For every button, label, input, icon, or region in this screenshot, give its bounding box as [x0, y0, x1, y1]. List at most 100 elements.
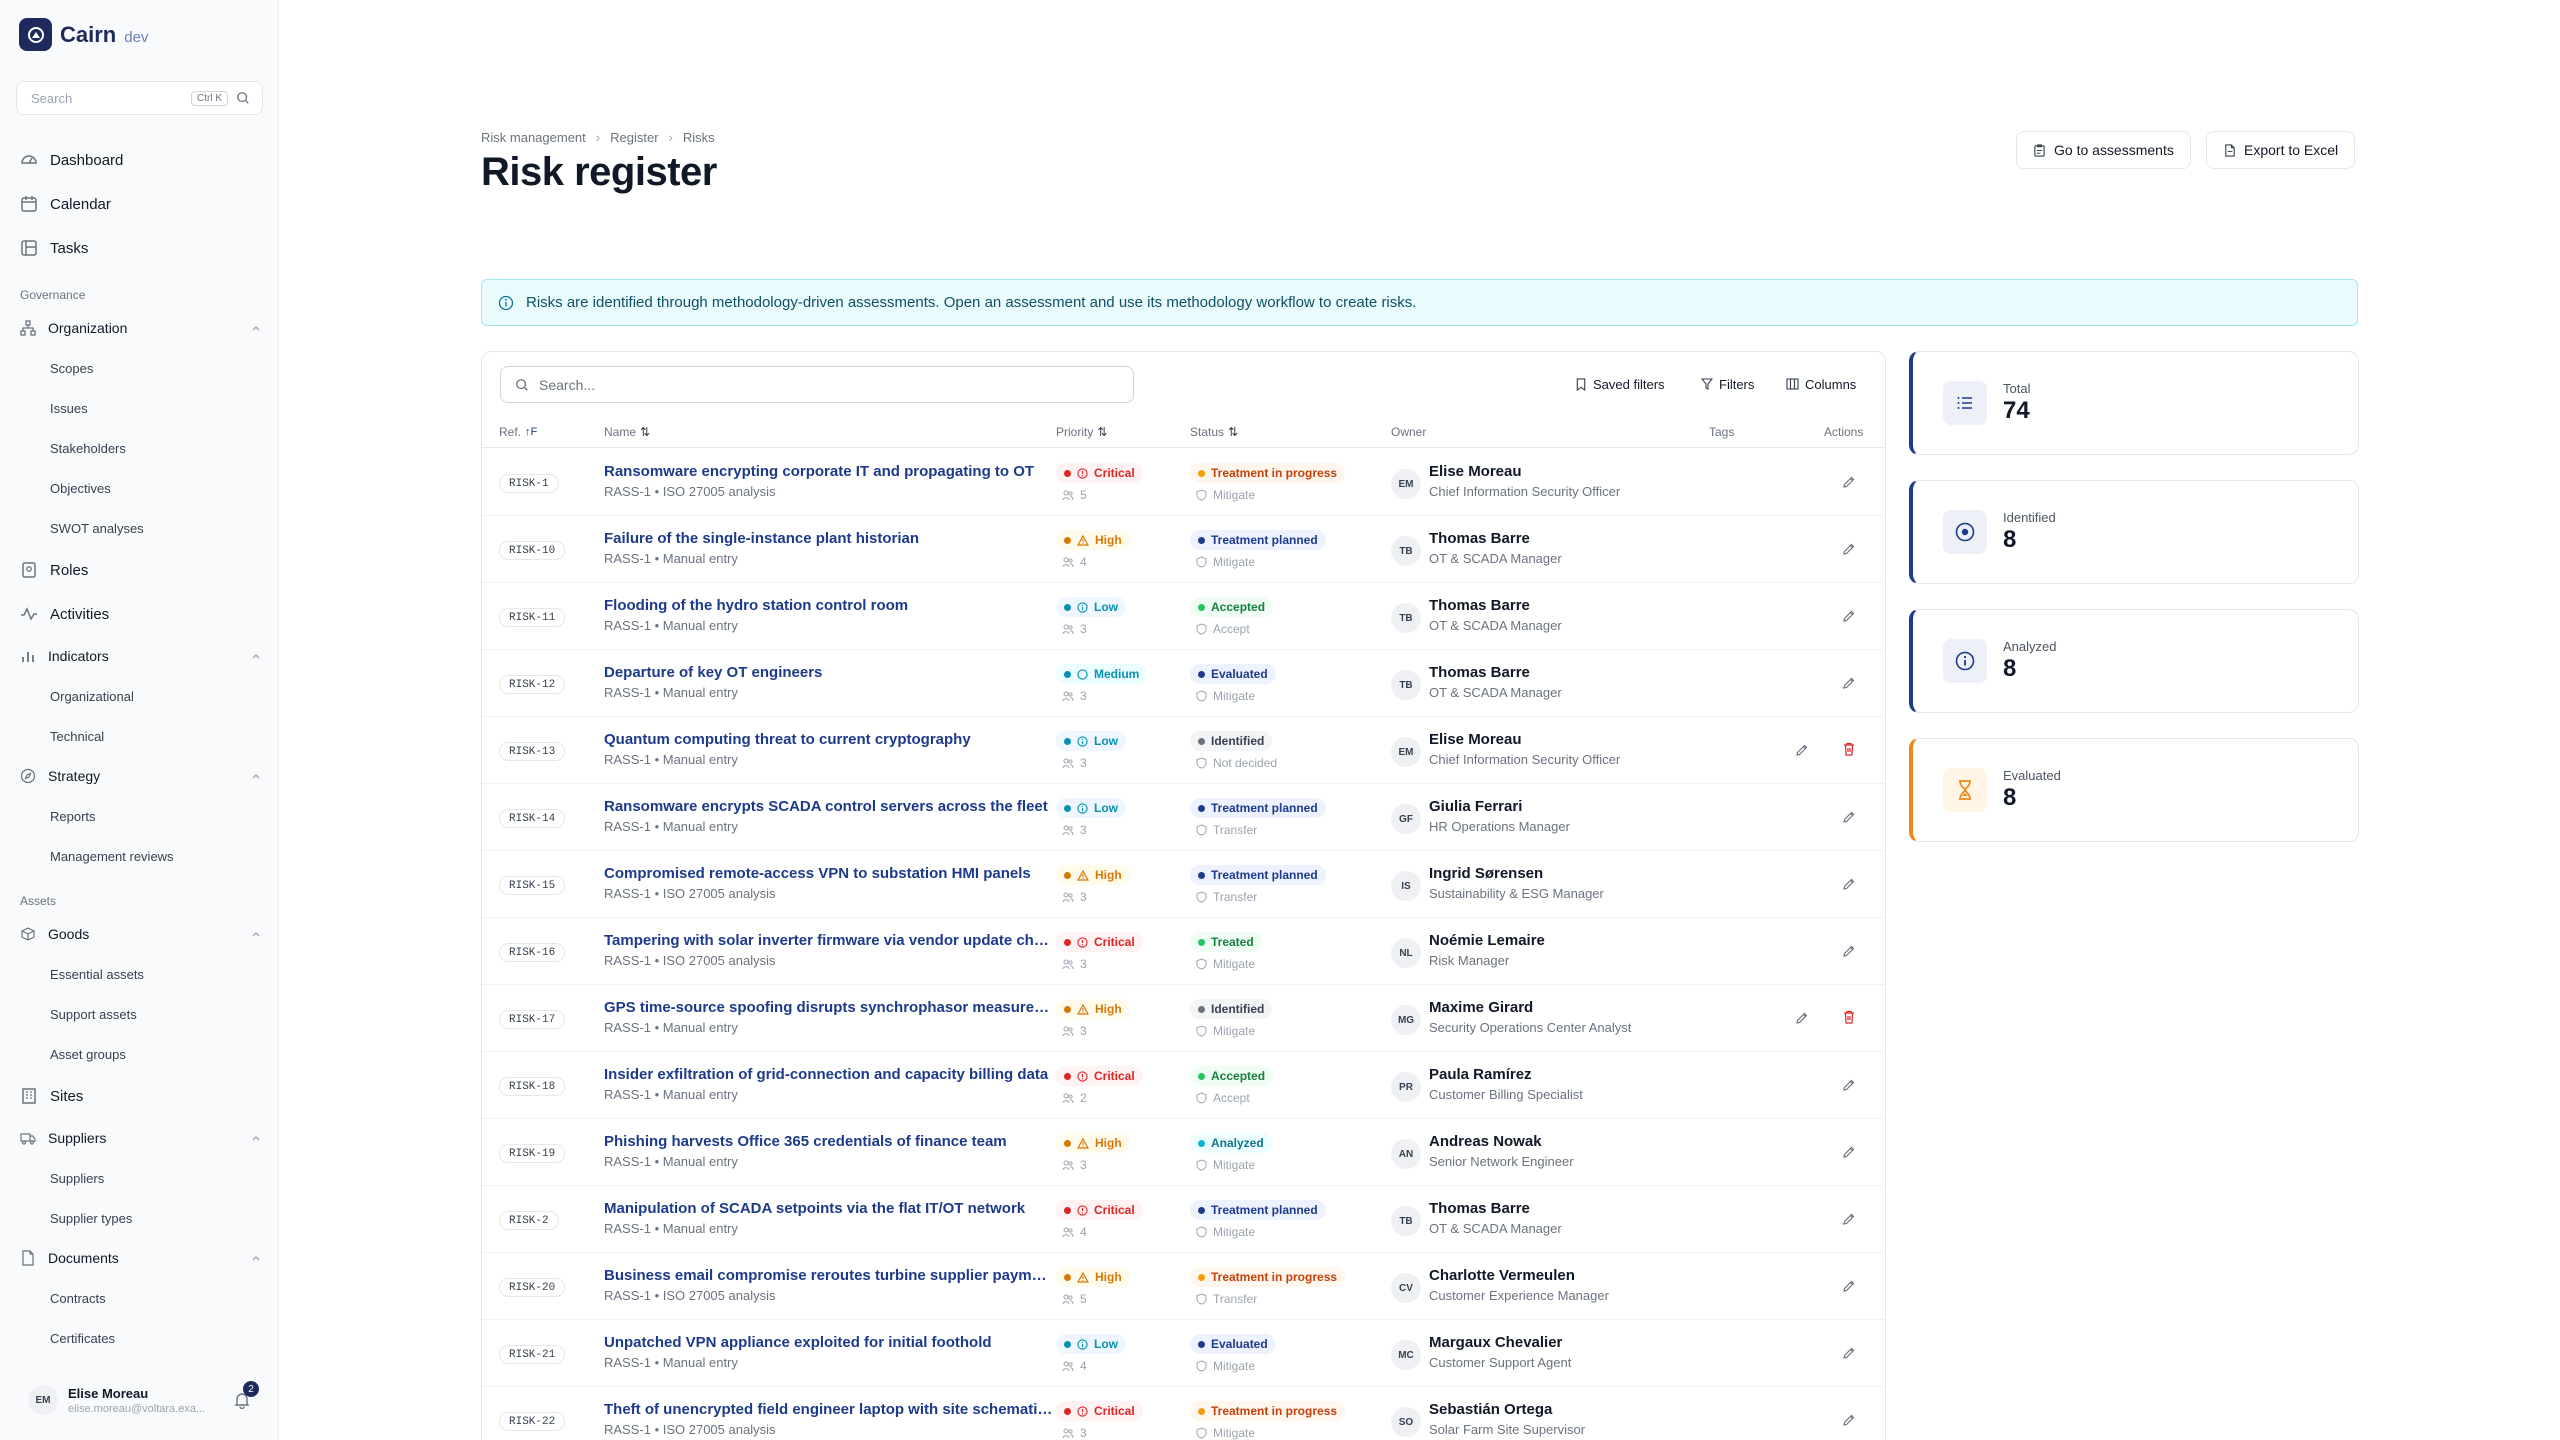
sidebar-item-calendar[interactable]: Calendar: [0, 182, 279, 226]
sidebar-group-organization[interactable]: Organization: [0, 308, 279, 348]
table-row[interactable]: RISK-2 Manipulation of SCADA setpoints v…: [482, 1186, 1885, 1253]
edit-icon[interactable]: [1794, 1010, 1810, 1026]
edit-icon[interactable]: [1841, 1345, 1857, 1361]
sidebar-item-asset-groups[interactable]: Asset groups: [0, 1034, 279, 1074]
sidebar-item-scopes[interactable]: Scopes: [0, 348, 279, 388]
table-row[interactable]: RISK-22 Theft of unencrypted field engin…: [482, 1387, 1885, 1440]
column-ref[interactable]: Ref. ↑F: [499, 416, 537, 448]
sidebar-item-management-reviews[interactable]: Management reviews: [0, 836, 279, 876]
status-cell: Treatment in progress Mitigate: [1190, 1401, 1346, 1440]
sidebar-group-documents[interactable]: Documents: [0, 1238, 279, 1278]
sidebar-item-organizational[interactable]: Organizational: [0, 676, 279, 716]
column-name[interactable]: Name ⇅: [604, 416, 650, 448]
column-priority[interactable]: Priority ⇅: [1056, 416, 1107, 448]
trash-icon[interactable]: [1841, 741, 1857, 757]
table-row[interactable]: RISK-17 GPS time-source spoofing disrupt…: [482, 985, 1885, 1052]
sidebar-item-roles[interactable]: Roles: [0, 548, 279, 592]
edit-icon[interactable]: [1841, 541, 1857, 557]
sidebar-item-reports[interactable]: Reports: [0, 796, 279, 836]
risk-name-link[interactable]: Insider exfiltration of grid-connection …: [604, 1066, 1054, 1083]
stat-card-evaluated[interactable]: Evaluated 8: [1909, 738, 2359, 842]
user-menu[interactable]: EM Elise Moreau elise.moreau@voltara.exa…: [16, 1373, 263, 1427]
risk-name-link[interactable]: Compromised remote-access VPN to substat…: [604, 865, 1054, 882]
sidebar-item-stakeholders[interactable]: Stakeholders: [0, 428, 279, 468]
column-status[interactable]: Status ⇅: [1190, 416, 1238, 448]
stat-card-analyzed[interactable]: Analyzed 8: [1909, 609, 2359, 713]
risk-name-link[interactable]: GPS time-source spoofing disrupts synchr…: [604, 999, 1054, 1016]
sidebar-item-support-assets[interactable]: Support assets: [0, 994, 279, 1034]
sidebar-group-goods[interactable]: Goods: [0, 914, 279, 954]
sidebar-item-supplier-types[interactable]: Supplier types: [0, 1198, 279, 1238]
saved-filters-button[interactable]: Saved filters: [1565, 369, 1675, 399]
risk-name-link[interactable]: Business email compromise reroutes turbi…: [604, 1267, 1054, 1284]
table-row[interactable]: RISK-16 Tampering with solar inverter fi…: [482, 918, 1885, 985]
edit-icon[interactable]: [1794, 742, 1810, 758]
edit-icon[interactable]: [1841, 1278, 1857, 1294]
sidebar-item-sites[interactable]: Sites: [0, 1074, 279, 1118]
avatar: NL: [1391, 938, 1421, 968]
edit-icon[interactable]: [1841, 943, 1857, 959]
sidebar-item-issues[interactable]: Issues: [0, 388, 279, 428]
sidebar-item-dashboard[interactable]: Dashboard: [0, 138, 279, 182]
columns-button[interactable]: Columns: [1776, 369, 1866, 399]
sidebar-item-tasks[interactable]: Tasks: [0, 226, 279, 270]
edit-icon[interactable]: [1841, 1211, 1857, 1227]
sidebar-item-contracts[interactable]: Contracts: [0, 1278, 279, 1318]
building-icon: [22, 1088, 36, 1104]
edit-icon[interactable]: [1841, 1412, 1857, 1428]
sidebar-item-activities[interactable]: Activities: [0, 592, 279, 636]
edit-icon[interactable]: [1841, 1077, 1857, 1093]
export-excel-button[interactable]: Export to Excel: [2206, 131, 2356, 169]
table-row[interactable]: RISK-19 Phishing harvests Office 365 cre…: [482, 1119, 1885, 1186]
table-row[interactable]: RISK-21 Unpatched VPN appliance exploite…: [482, 1320, 1885, 1387]
go-to-assessments-button[interactable]: Go to assessments: [2016, 131, 2191, 169]
shield-icon: [1196, 556, 1207, 568]
sidebar-item-objectives[interactable]: Objectives: [0, 468, 279, 508]
sidebar-group-strategy[interactable]: Strategy: [0, 756, 279, 796]
table-row[interactable]: RISK-12 Departure of key OT engineers RA…: [482, 650, 1885, 717]
risk-name-link[interactable]: Unpatched VPN appliance exploited for in…: [604, 1334, 1054, 1351]
stat-card-identified[interactable]: Identified 8: [1909, 480, 2359, 584]
sidebar-group-suppliers[interactable]: Suppliers: [0, 1118, 279, 1158]
risk-name-link[interactable]: Theft of unencrypted field engineer lapt…: [604, 1401, 1054, 1418]
sidebar-search[interactable]: Search Ctrl K: [16, 81, 263, 115]
risk-name-link[interactable]: Ransomware encrypting corporate IT and p…: [604, 463, 1054, 480]
brand[interactable]: Cairn dev: [19, 18, 148, 51]
risk-name-link[interactable]: Failure of the single-instance plant his…: [604, 530, 1054, 547]
table-search-input[interactable]: Search...: [500, 366, 1134, 403]
edit-icon[interactable]: [1841, 675, 1857, 691]
table-row[interactable]: RISK-14 Ransomware encrypts SCADA contro…: [482, 784, 1885, 851]
sidebar-group-indicators[interactable]: Indicators: [0, 636, 279, 676]
edit-icon[interactable]: [1841, 1144, 1857, 1160]
breadcrumb-item[interactable]: Risk management: [481, 130, 586, 145]
edit-icon[interactable]: [1841, 474, 1857, 490]
risk-name-link[interactable]: Quantum computing threat to current cryp…: [604, 731, 1054, 748]
risk-name-link[interactable]: Ransomware encrypts SCADA control server…: [604, 798, 1054, 815]
table-row[interactable]: RISK-15 Compromised remote-access VPN to…: [482, 851, 1885, 918]
breadcrumb-item[interactable]: Register: [610, 130, 658, 145]
priority-dot: [1064, 1139, 1071, 1147]
table-row[interactable]: RISK-11 Flooding of the hydro station co…: [482, 583, 1885, 650]
risk-name-link[interactable]: Tampering with solar inverter firmware v…: [604, 932, 1054, 949]
risk-name-link[interactable]: Departure of key OT engineers: [604, 664, 1054, 681]
filters-button[interactable]: Filters: [1691, 369, 1764, 399]
risk-name-link[interactable]: Manipulation of SCADA setpoints via the …: [604, 1200, 1054, 1217]
sidebar-item-certificates[interactable]: Certificates: [0, 1318, 279, 1358]
table-row[interactable]: RISK-1 Ransomware encrypting corporate I…: [482, 449, 1885, 516]
stat-card-total[interactable]: Total 74: [1909, 351, 2359, 455]
sidebar-item-essential-assets[interactable]: Essential assets: [0, 954, 279, 994]
edit-icon[interactable]: [1841, 809, 1857, 825]
table-row[interactable]: RISK-18 Insider exfiltration of grid-con…: [482, 1052, 1885, 1119]
table-row[interactable]: RISK-10 Failure of the single-instance p…: [482, 516, 1885, 583]
edit-icon[interactable]: [1841, 876, 1857, 892]
shield-icon: [1196, 1092, 1207, 1104]
edit-icon[interactable]: [1841, 608, 1857, 624]
sidebar-item-suppliers[interactable]: Suppliers: [0, 1158, 279, 1198]
risk-name-link[interactable]: Flooding of the hydro station control ro…: [604, 597, 1054, 614]
trash-icon[interactable]: [1841, 1009, 1857, 1025]
sidebar-item-swot[interactable]: SWOT analyses: [0, 508, 279, 548]
sidebar-item-technical[interactable]: Technical: [0, 716, 279, 756]
risk-name-link[interactable]: Phishing harvests Office 365 credentials…: [604, 1133, 1054, 1150]
table-row[interactable]: RISK-20 Business email compromise rerout…: [482, 1253, 1885, 1320]
table-row[interactable]: RISK-13 Quantum computing threat to curr…: [482, 717, 1885, 784]
